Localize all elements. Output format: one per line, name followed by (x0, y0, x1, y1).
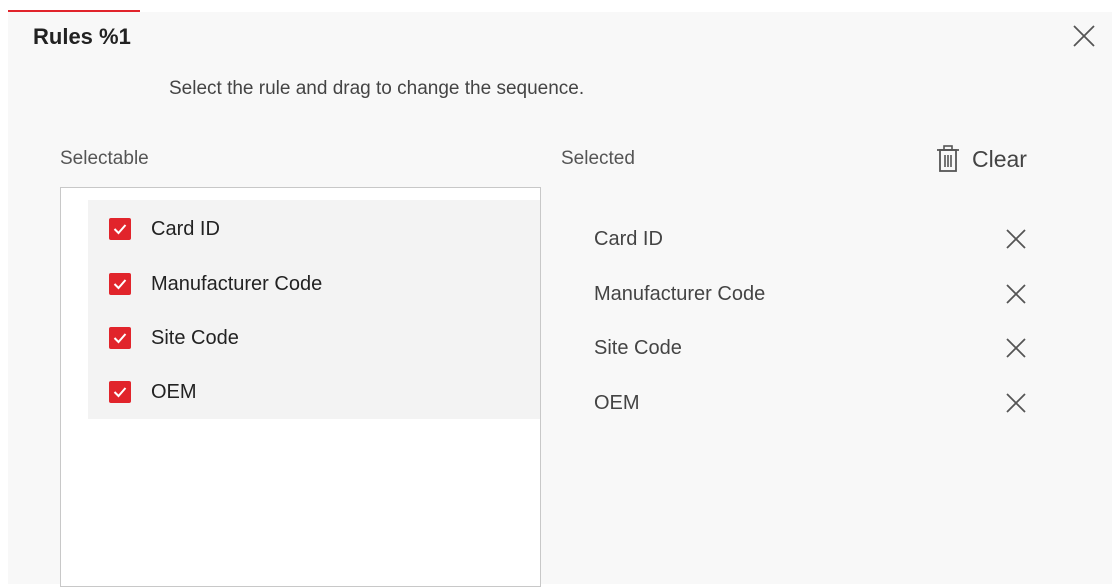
selected-item-label: Card ID (594, 227, 663, 250)
checkbox-card-id[interactable] (109, 218, 131, 240)
selectable-list: Card ID Manufacturer Code Site Code OEM (88, 200, 540, 419)
remove-card-id-button[interactable] (1004, 227, 1028, 251)
close-icon (1006, 338, 1026, 358)
selectable-item-label: OEM (151, 380, 197, 403)
close-icon (1006, 393, 1026, 413)
close-icon (1073, 25, 1095, 47)
selectable-item-label: Site Code (151, 326, 239, 349)
trash-icon (937, 145, 959, 172)
remove-manufacturer-code-button[interactable] (1004, 282, 1028, 306)
selected-header: Selected (561, 148, 635, 169)
close-button[interactable] (1072, 24, 1096, 48)
selectable-item-label: Manufacturer Code (151, 272, 323, 295)
close-icon (1006, 284, 1026, 304)
checkbox-oem[interactable] (109, 381, 131, 403)
selected-item-site-code[interactable]: Site Code (594, 333, 1034, 363)
checkbox-site-code[interactable] (109, 327, 131, 349)
check-icon (113, 333, 127, 344)
selected-item-label: Site Code (594, 336, 682, 359)
selected-item-card-id[interactable]: Card ID (594, 224, 1034, 254)
close-icon (1006, 229, 1026, 249)
dialog-title: Rules %1 (33, 24, 131, 49)
selectable-item-label: Card ID (151, 217, 220, 240)
remove-site-code-button[interactable] (1004, 336, 1028, 360)
check-icon (113, 279, 127, 290)
checkbox-manufacturer-code[interactable] (109, 273, 131, 295)
selected-item-manufacturer-code[interactable]: Manufacturer Code (594, 279, 1034, 309)
remove-oem-button[interactable] (1004, 391, 1028, 415)
check-icon (113, 224, 127, 235)
clear-button[interactable]: Clear (936, 144, 1027, 174)
selectable-item-manufacturer-code[interactable]: Manufacturer Code (88, 257, 540, 311)
selected-item-label: Manufacturer Code (594, 282, 766, 305)
selectable-item-card-id[interactable]: Card ID (88, 202, 540, 256)
selected-item-label: OEM (594, 391, 640, 414)
clear-label: Clear (972, 145, 1027, 172)
selected-item-oem[interactable]: OEM (594, 388, 1034, 418)
check-icon (113, 387, 127, 398)
selectable-item-site-code[interactable]: Site Code (88, 311, 540, 365)
selectable-item-oem[interactable]: OEM (88, 365, 540, 419)
selectable-header: Selectable (60, 148, 149, 169)
instruction-text: Select the rule and drag to change the s… (169, 78, 585, 99)
